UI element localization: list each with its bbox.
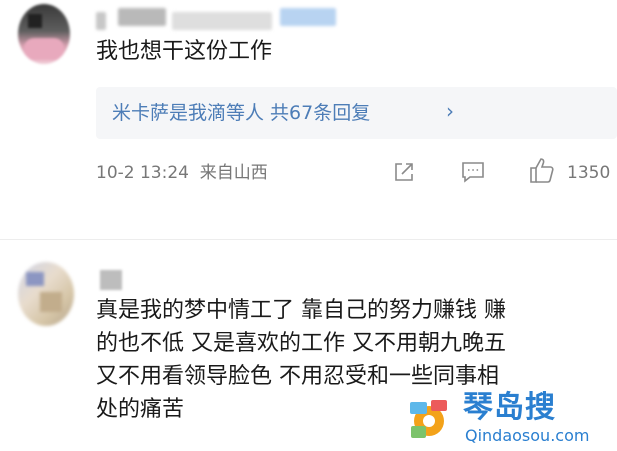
watermark-title: 琴岛搜: [463, 390, 556, 425]
comment-line: 又不用看领导脸色 不用忍受和一些同事相: [96, 364, 499, 389]
comment-line: 的也不低 又是喜欢的工作 又不用朝九晚五: [96, 331, 506, 356]
username-blurred: [172, 12, 272, 30]
comment-meta: 10-2 13:24 来自山西: [96, 162, 268, 184]
comment-text: 我也想干这份工作: [96, 39, 273, 64]
timestamp: 10-2 13:24: [96, 163, 189, 183]
chevron-right-icon: ›: [446, 99, 454, 123]
comment-line: 真是我的梦中情工了 靠自己的努力赚钱 赚: [96, 298, 506, 323]
like-icon[interactable]: [529, 156, 555, 184]
username-blurred: [96, 12, 106, 30]
user-badge-blurred: [280, 8, 336, 26]
like-count: 1350: [567, 163, 611, 183]
watermark-logo-icon: [406, 396, 452, 442]
username-blurred: [118, 8, 166, 26]
location: 来自山西: [199, 163, 268, 183]
replies-summary-link[interactable]: 米卡萨是我滴等人 共67条回复: [112, 101, 370, 125]
divider: [0, 239, 617, 240]
watermark-url: Qindaosou.com: [465, 426, 590, 445]
avatar[interactable]: [18, 4, 70, 64]
share-icon[interactable]: [392, 160, 416, 184]
comment-icon[interactable]: [460, 160, 486, 184]
username-blurred: [100, 270, 122, 290]
avatar[interactable]: [18, 262, 74, 326]
